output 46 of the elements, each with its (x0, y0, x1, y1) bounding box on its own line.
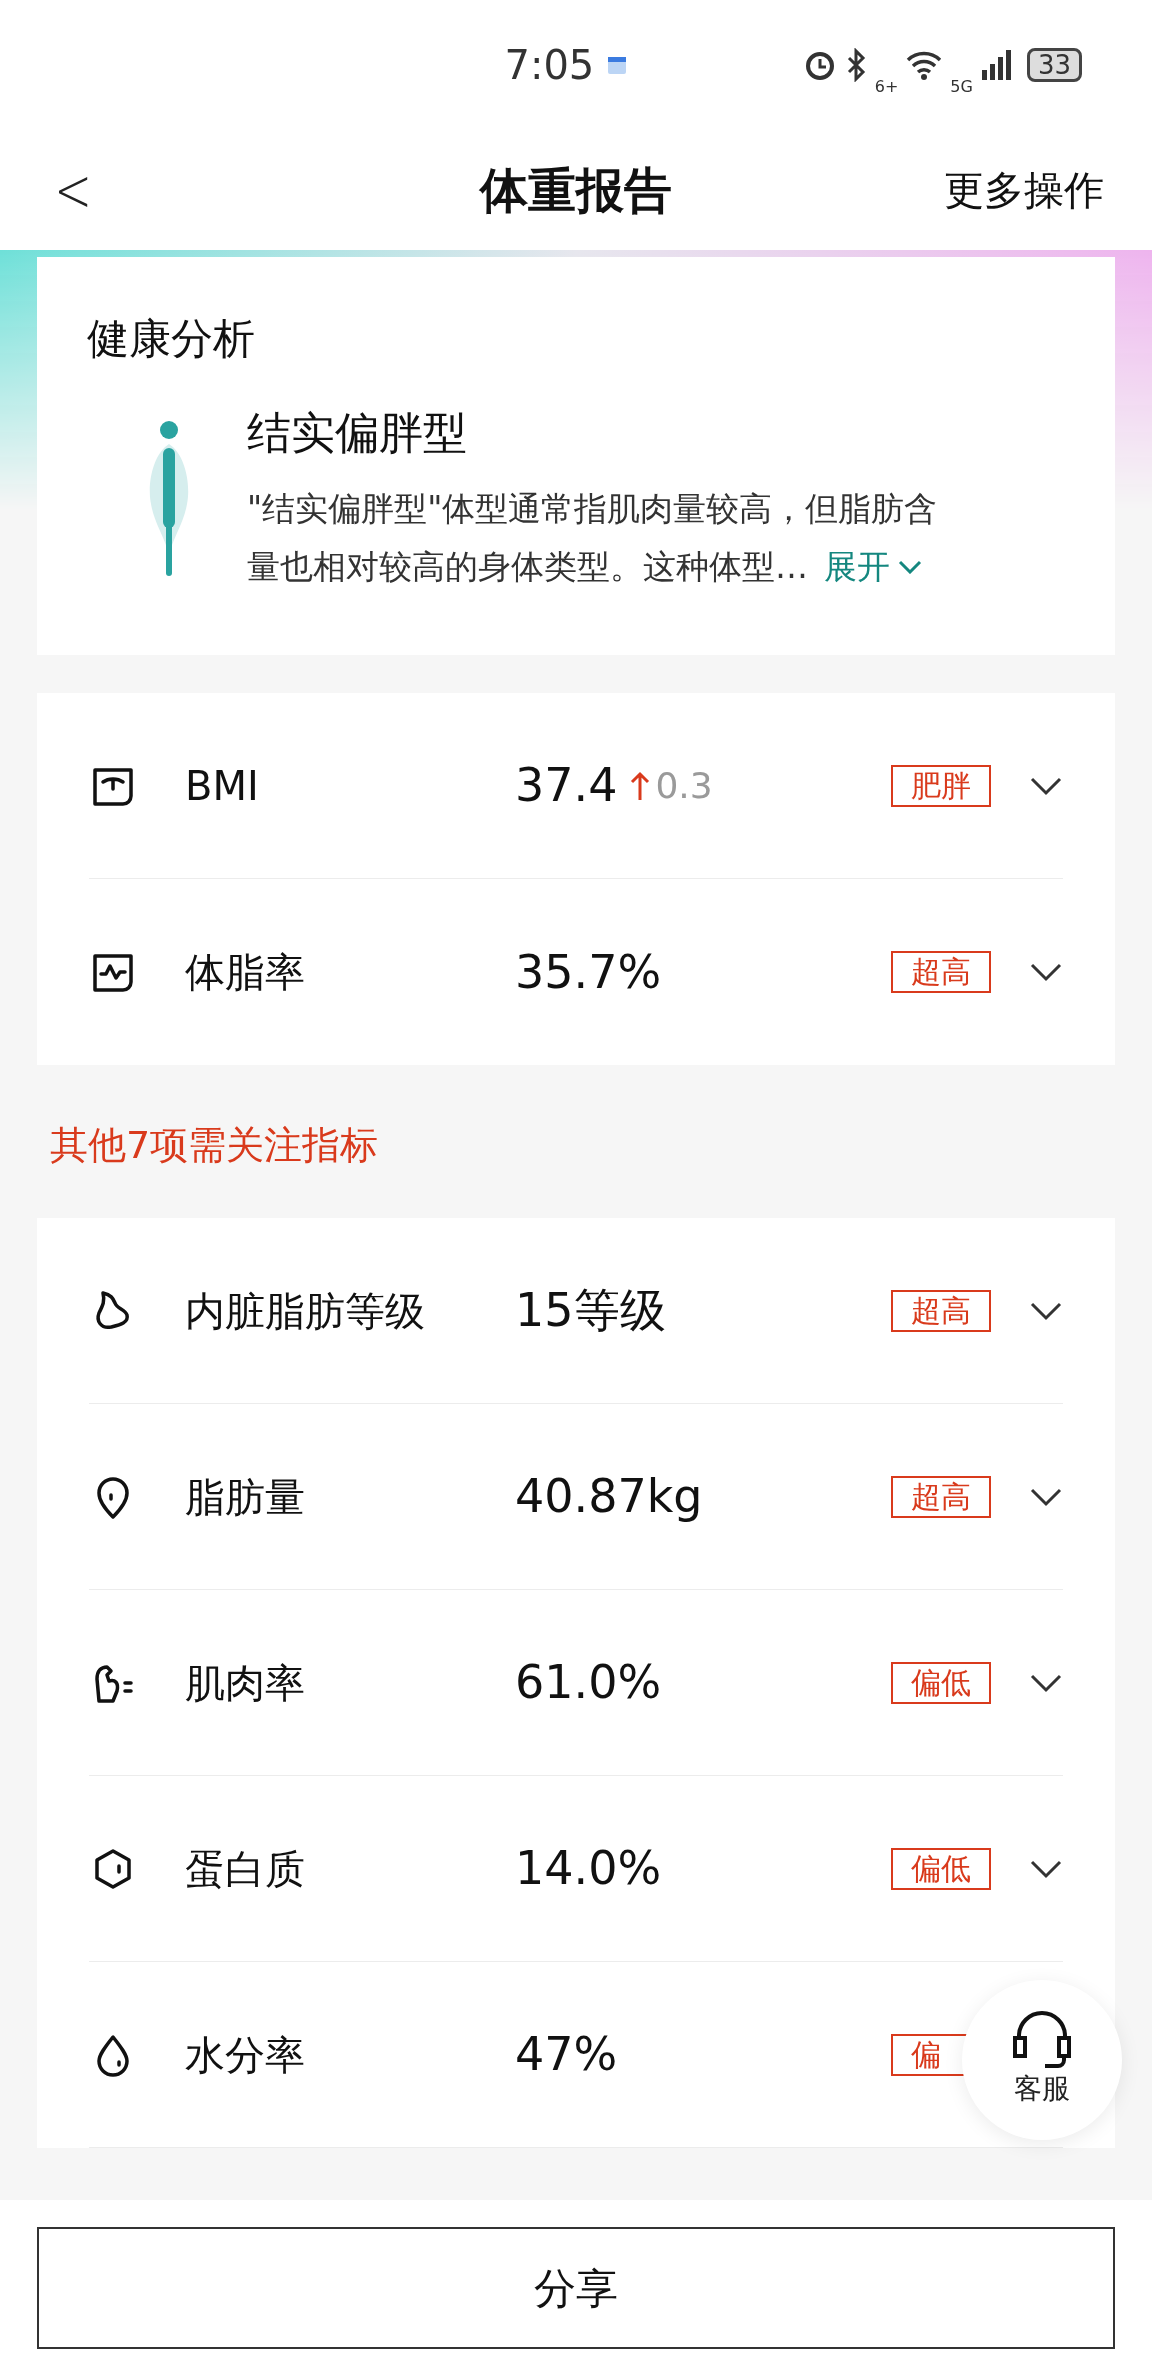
metric-value: 40.87kg (515, 1468, 703, 1525)
metric-change: 0.3 (655, 763, 713, 808)
battery-indicator: 33 (1026, 48, 1082, 82)
chevron-down-icon[interactable] (1029, 775, 1063, 796)
chevron-down-icon[interactable] (1029, 1858, 1063, 1879)
network-label: 6+ (874, 76, 899, 98)
wifi-icon (906, 50, 943, 80)
status-time: 7:05 (504, 41, 595, 90)
chevron-down-icon[interactable] (1029, 962, 1063, 982)
metric-value: 47% (515, 2026, 618, 2083)
description-line: 量也相对较高的身体类型。这种体型… (247, 546, 808, 588)
chevron-down-icon[interactable] (1029, 1486, 1063, 1507)
expand-link[interactable]: 展开 (824, 538, 922, 596)
arrow-up-icon (629, 769, 652, 802)
back-button[interactable]: < (54, 160, 92, 220)
metric-value: 15等级 (515, 1282, 666, 1339)
status-tag: 超高 (891, 1289, 991, 1332)
page-title: 体重报告 (480, 161, 672, 220)
metric-value: 35.7% (515, 943, 662, 1001)
status-tag: 偏低 (891, 1847, 991, 1890)
body-type-name: 结实偏胖型 (247, 406, 468, 460)
status-tag: 超高 (891, 951, 991, 993)
metric-name: 肌肉率 (185, 1658, 306, 1708)
signal-icon (980, 50, 1011, 80)
metric-name: 内脏脂肪等级 (185, 1286, 426, 1336)
metric-value: 37.4 (515, 757, 618, 814)
metric-value: 61.0% (515, 1654, 662, 1711)
share-button[interactable]: 分享 (37, 2227, 1115, 2349)
chevron-down-icon (898, 560, 922, 574)
metric-value: 14.0% (515, 1840, 662, 1897)
chevron-down-icon[interactable] (1029, 1300, 1063, 1321)
metric-name: BMI (185, 761, 260, 811)
status-tag: 肥胖 (891, 764, 991, 807)
description-line: "结实偏胖型"体型通常指肌肉量较高，但脂肪含 (247, 488, 938, 530)
status-tag: 偏低 (891, 1661, 991, 1704)
metric-name: 体脂率 (185, 948, 306, 997)
metric-name: 蛋白质 (185, 1844, 306, 1894)
calendar-icon (606, 54, 629, 76)
status-tag: 超高 (891, 1475, 991, 1518)
chevron-down-icon[interactable] (1029, 1672, 1063, 1693)
metric-name: 脂肪量 (185, 1472, 306, 1522)
section-title: 其他7项需关注指标 (50, 1122, 380, 1169)
network-label: 5G (950, 76, 973, 98)
more-actions-button[interactable]: 更多操作 (944, 160, 1104, 220)
metric-name: 水分率 (185, 2030, 306, 2080)
card-title: 健康分析 (87, 313, 256, 365)
